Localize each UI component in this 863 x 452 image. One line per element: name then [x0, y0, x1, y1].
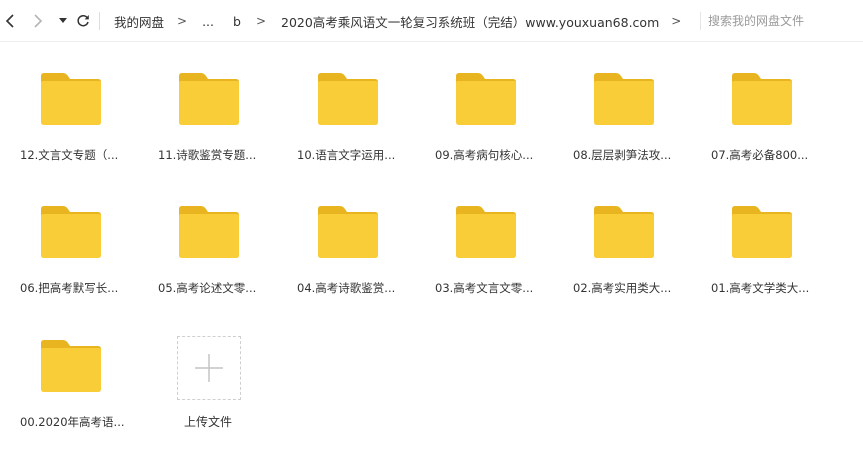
folder-icon: [594, 73, 654, 125]
breadcrumb-item-root[interactable]: 我的网盘: [114, 12, 164, 31]
folder-label: 05.高考论述文零...: [158, 281, 257, 295]
folder-label: 10.语言文字运用...: [297, 148, 396, 162]
breadcrumb-item-b[interactable]: b: [233, 14, 241, 29]
folder-icon: [41, 340, 101, 392]
chevron-left-icon: [5, 14, 14, 28]
folder-icon: [456, 73, 516, 125]
refresh-icon: [77, 14, 89, 27]
breadcrumb-separator: >: [177, 14, 188, 28]
folder-label: 04.高考诗歌鉴赏...: [297, 281, 396, 295]
folder-icon: [456, 206, 516, 258]
back-button[interactable]: [0, 10, 20, 32]
forward-button[interactable]: [28, 10, 48, 32]
folder-label: 09.高考病句核心...: [435, 148, 534, 162]
folder-label: 12.文言文专题（...: [20, 148, 119, 162]
folder-label: 03.高考文言文零...: [435, 281, 534, 295]
folder-item[interactable]: 00.2020年高考语...: [20, 340, 140, 450]
folder-item[interactable]: 09.高考病句核心...: [435, 73, 555, 183]
folder-label: 11.诗歌鉴赏专题...: [158, 148, 257, 162]
folder-item[interactable]: 06.把高考默写长...: [20, 206, 140, 316]
search-input[interactable]: [708, 11, 858, 31]
folder-item[interactable]: 08.层层剥笋法攻...: [573, 73, 693, 183]
breadcrumb-item-current[interactable]: 2020高考乘风语文一轮复习系统班（完结）www.youxuan68.com: [281, 12, 659, 31]
folder-label: 00.2020年高考语...: [20, 415, 125, 429]
folder-item[interactable]: 01.高考文学类大...: [711, 206, 831, 316]
breadcrumb-separator: >: [255, 14, 266, 28]
folder-icon: [41, 73, 101, 125]
folder-item[interactable]: 12.文言文专题（...: [20, 73, 140, 183]
refresh-button[interactable]: [73, 10, 93, 32]
folder-icon: [41, 206, 101, 258]
toolbar-divider: [99, 12, 100, 30]
folder-label: 07.高考必备800...: [711, 148, 809, 162]
plus-icon: [195, 354, 223, 382]
breadcrumb: 我的网盘 > ... b > 2020高考乘风语文一轮复习系统班（完结）www.…: [114, 0, 681, 42]
folder-label: 08.层层剥笋法攻...: [573, 148, 672, 162]
folder-item[interactable]: 07.高考必备800...: [711, 73, 831, 183]
folder-icon: [179, 206, 239, 258]
upload-button[interactable]: [177, 336, 241, 400]
folder-icon: [732, 73, 792, 125]
folder-item[interactable]: 11.诗歌鉴赏专题...: [158, 73, 278, 183]
folder-icon: [732, 206, 792, 258]
breadcrumb-separator: >: [671, 14, 682, 28]
upload-label: 上传文件: [184, 415, 233, 429]
folder-item[interactable]: 05.高考论述文零...: [158, 206, 278, 316]
search-divider: [700, 12, 701, 30]
folder-item[interactable]: 10.语言文字运用...: [297, 73, 417, 183]
caret-down-icon: [59, 18, 67, 23]
folder-label: 01.高考文学类大...: [711, 281, 810, 295]
folder-icon: [594, 206, 654, 258]
toolbar: 我的网盘 > ... b > 2020高考乘风语文一轮复习系统班（完结）www.…: [0, 0, 863, 42]
history-dropdown-button[interactable]: [53, 10, 73, 32]
folder-item[interactable]: 04.高考诗歌鉴赏...: [297, 206, 417, 316]
folder-icon: [318, 206, 378, 258]
chevron-right-icon: [34, 14, 43, 28]
breadcrumb-item-ellipsis[interactable]: ...: [202, 14, 214, 29]
folder-label: 02.高考实用类大...: [573, 281, 672, 295]
folder-icon: [179, 73, 239, 125]
folder-label: 06.把高考默写长...: [20, 281, 119, 295]
folder-item[interactable]: 02.高考实用类大...: [573, 206, 693, 316]
folder-icon: [318, 73, 378, 125]
folder-item[interactable]: 03.高考文言文零...: [435, 206, 555, 316]
search-box: [700, 0, 863, 42]
